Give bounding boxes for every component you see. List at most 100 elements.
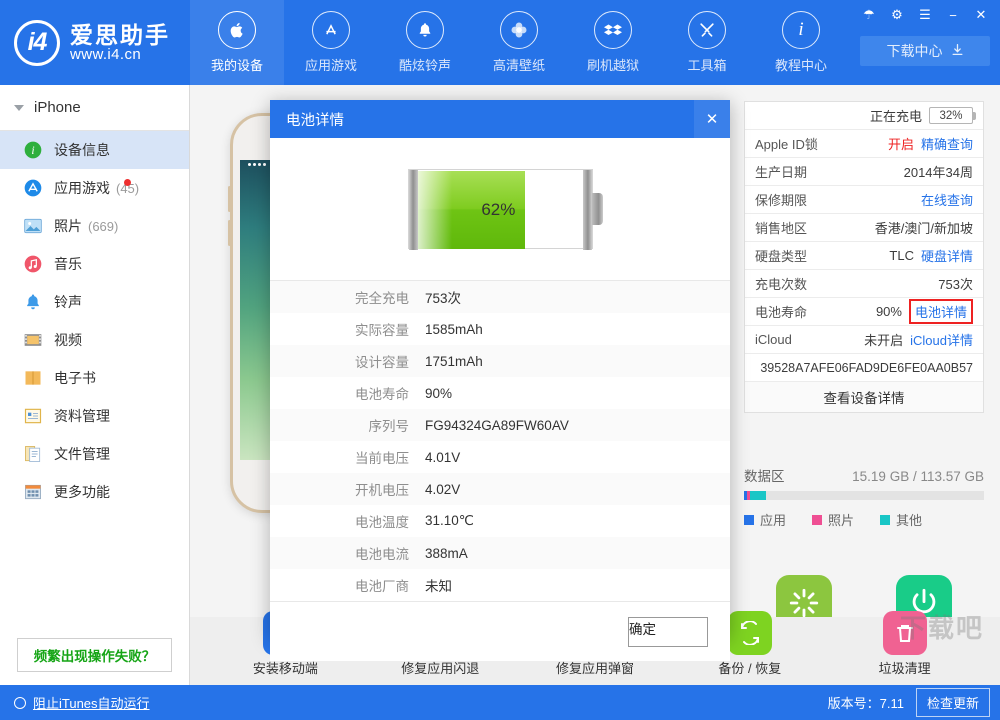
row-label: 电池寿命 xyxy=(270,383,425,403)
video-icon xyxy=(22,329,44,351)
device-info-panel: 正在充电 32% Apple ID锁 开启 精确查询 生产日期 2014年34周… xyxy=(744,101,984,413)
chevron-down-icon xyxy=(14,105,24,111)
sidebar-item-music[interactable]: 音乐 xyxy=(0,245,189,283)
legend-item-photos: 照片 xyxy=(812,510,854,529)
close-icon[interactable]: ✕ xyxy=(694,100,730,138)
skin-icon[interactable]: ☂ xyxy=(856,4,882,26)
sidebar-item-label: 铃声 xyxy=(54,292,82,312)
info-icon: i xyxy=(782,11,820,49)
block-itunes-toggle-label[interactable]: 阻止iTunes自动运行 xyxy=(33,693,150,712)
nav-item-wallpaper[interactable]: 高清壁纸 xyxy=(472,0,566,85)
row-label: 硬盘类型 xyxy=(755,246,807,265)
tool-junk-clean[interactable]: 垃圾清理 xyxy=(827,611,982,677)
sidebar: iPhone i 设备信息 应用游戏 (45) 照片 (669) xyxy=(0,85,190,685)
table-row: 充电次数 753次 xyxy=(745,270,983,298)
clean-icon xyxy=(883,611,927,655)
sidebar-item-data-management[interactable]: 资料管理 xyxy=(0,397,189,435)
sidebar-item-ringtones[interactable]: 铃声 xyxy=(0,283,189,321)
row-label: 电池厂商 xyxy=(270,575,425,595)
operation-failure-help-button[interactable]: 频繁出现操作失败？ xyxy=(17,638,172,672)
row-value: 开启 xyxy=(888,134,914,153)
sidebar-item-device-info[interactable]: i 设备信息 xyxy=(0,131,189,169)
minimize-icon[interactable]: − xyxy=(940,4,966,26)
row-value: 753次 xyxy=(425,287,461,307)
close-icon[interactable]: ✕ xyxy=(968,4,994,26)
check-update-button[interactable]: 检查更新 xyxy=(916,688,990,717)
download-center-button[interactable]: 下载中心 xyxy=(860,36,990,66)
book-icon xyxy=(22,367,44,389)
legend-item-apps: 应用 xyxy=(744,510,786,529)
sidebar-item-photos[interactable]: 照片 (669) xyxy=(0,207,189,245)
view-device-detail-button[interactable]: 查看设备详情 xyxy=(745,382,983,412)
nav-item-apps-games[interactable]: 应用游戏 xyxy=(284,0,378,85)
row-link[interactable]: 精确查询 xyxy=(921,134,973,153)
status-bar: 阻止iTunes自动运行 版本号：7.11 检查更新 xyxy=(0,685,1000,720)
sidebar-footer: 频繁出现操作失败？ xyxy=(0,625,189,685)
row-link[interactable]: iCloud详情 xyxy=(910,330,973,349)
phone-status-dots xyxy=(248,163,266,166)
table-row: 电池厂商 未知 xyxy=(270,569,730,601)
volume-up-button xyxy=(228,186,231,212)
nav-item-my-device[interactable]: 我的设备 xyxy=(190,0,284,85)
ok-button[interactable]: 确定 xyxy=(628,617,708,647)
dialog-title-bar: 电池详情 ✕ xyxy=(270,100,730,138)
row-value: 90% xyxy=(425,386,452,401)
row-link[interactable]: 在线查询 xyxy=(921,190,973,209)
top-bar: i4 爱思助手 www.i4.cn 我的设备 应用游戏 xyxy=(0,0,1000,85)
storage-legend: 应用 照片 其他 xyxy=(744,510,984,529)
nav-label: 应用游戏 xyxy=(305,55,357,74)
radio-icon[interactable] xyxy=(14,697,26,709)
nav-item-ringtones[interactable]: 酷炫铃声 xyxy=(378,0,472,85)
table-row: 设计容量 1751mAh xyxy=(270,345,730,377)
sidebar-item-count: (669) xyxy=(88,219,118,234)
row-label: iCloud xyxy=(755,332,792,347)
svg-text:i: i xyxy=(31,144,34,157)
apple-icon xyxy=(218,11,256,49)
sidebar-item-label: 设备信息 xyxy=(54,140,110,160)
row-label: 当前电压 xyxy=(270,447,425,467)
grid-icon xyxy=(22,481,44,503)
row-value: 753次 xyxy=(938,274,973,293)
nav-item-tutorials[interactable]: i 教程中心 xyxy=(754,0,848,85)
nav-item-flash-jailbreak[interactable]: 刷机越狱 xyxy=(566,0,660,85)
info-circle-icon: i xyxy=(22,139,44,161)
dialog-footer: 确定 xyxy=(270,601,730,661)
menu-dropdown-icon[interactable]: ☰ xyxy=(912,4,938,26)
sidebar-item-apps-games[interactable]: 应用游戏 (45) xyxy=(0,169,189,207)
battery-terminal xyxy=(592,193,603,225)
charging-status-text: 正在充电 xyxy=(870,106,922,125)
row-label: 电池寿命 xyxy=(755,302,807,321)
settings-gear-icon[interactable]: ⚙ xyxy=(884,4,910,26)
sidebar-item-label: 应用游戏 xyxy=(54,178,110,198)
row-label: 生产日期 xyxy=(755,162,807,181)
storage-section: 数据区 15.19 GB / 113.57 GB 应用 照片 xyxy=(744,465,984,529)
storage-used-total: 15.19 GB / 113.57 GB xyxy=(852,469,984,484)
battery-life-row: 电池寿命 90% 电池详情 xyxy=(745,298,983,326)
battery-fill: 62% xyxy=(418,171,526,249)
storage-segment-other xyxy=(750,491,766,500)
dialog-title: 电池详情 xyxy=(286,109,344,130)
download-icon xyxy=(951,43,964,59)
table-row: 序列号 FG94324GA89FW60AV xyxy=(270,409,730,441)
row-value: 1585mAh xyxy=(425,322,483,337)
charging-status-row: 正在充电 32% xyxy=(745,102,983,130)
nav-item-toolbox[interactable]: 工具箱 xyxy=(660,0,754,85)
sidebar-item-file-management[interactable]: 文件管理 xyxy=(0,435,189,473)
battery-detail-link[interactable]: 电池详情 xyxy=(909,299,973,324)
sidebar-device-header[interactable]: iPhone xyxy=(0,85,189,131)
sidebar-item-ebooks[interactable]: 电子书 xyxy=(0,359,189,397)
row-value: 4.02V xyxy=(425,482,460,497)
battery-indicator: 32% xyxy=(929,107,973,124)
sidebar-item-more-functions[interactable]: 更多功能 xyxy=(0,473,189,511)
row-value: 未开启 xyxy=(864,330,903,349)
row-label: 电池电流 xyxy=(270,543,425,563)
appstore-icon xyxy=(312,11,350,49)
brand-logo-area: i4 爱思助手 www.i4.cn xyxy=(0,0,190,85)
row-label: 保修期限 xyxy=(755,190,807,209)
sidebar-item-videos[interactable]: 视频 xyxy=(0,321,189,359)
bell-icon xyxy=(406,11,444,49)
row-value: 4.01V xyxy=(425,450,460,465)
battery-graphic: 62% xyxy=(408,169,593,249)
nav-label: 刷机越狱 xyxy=(587,55,639,74)
row-link[interactable]: 硬盘详情 xyxy=(921,246,973,265)
